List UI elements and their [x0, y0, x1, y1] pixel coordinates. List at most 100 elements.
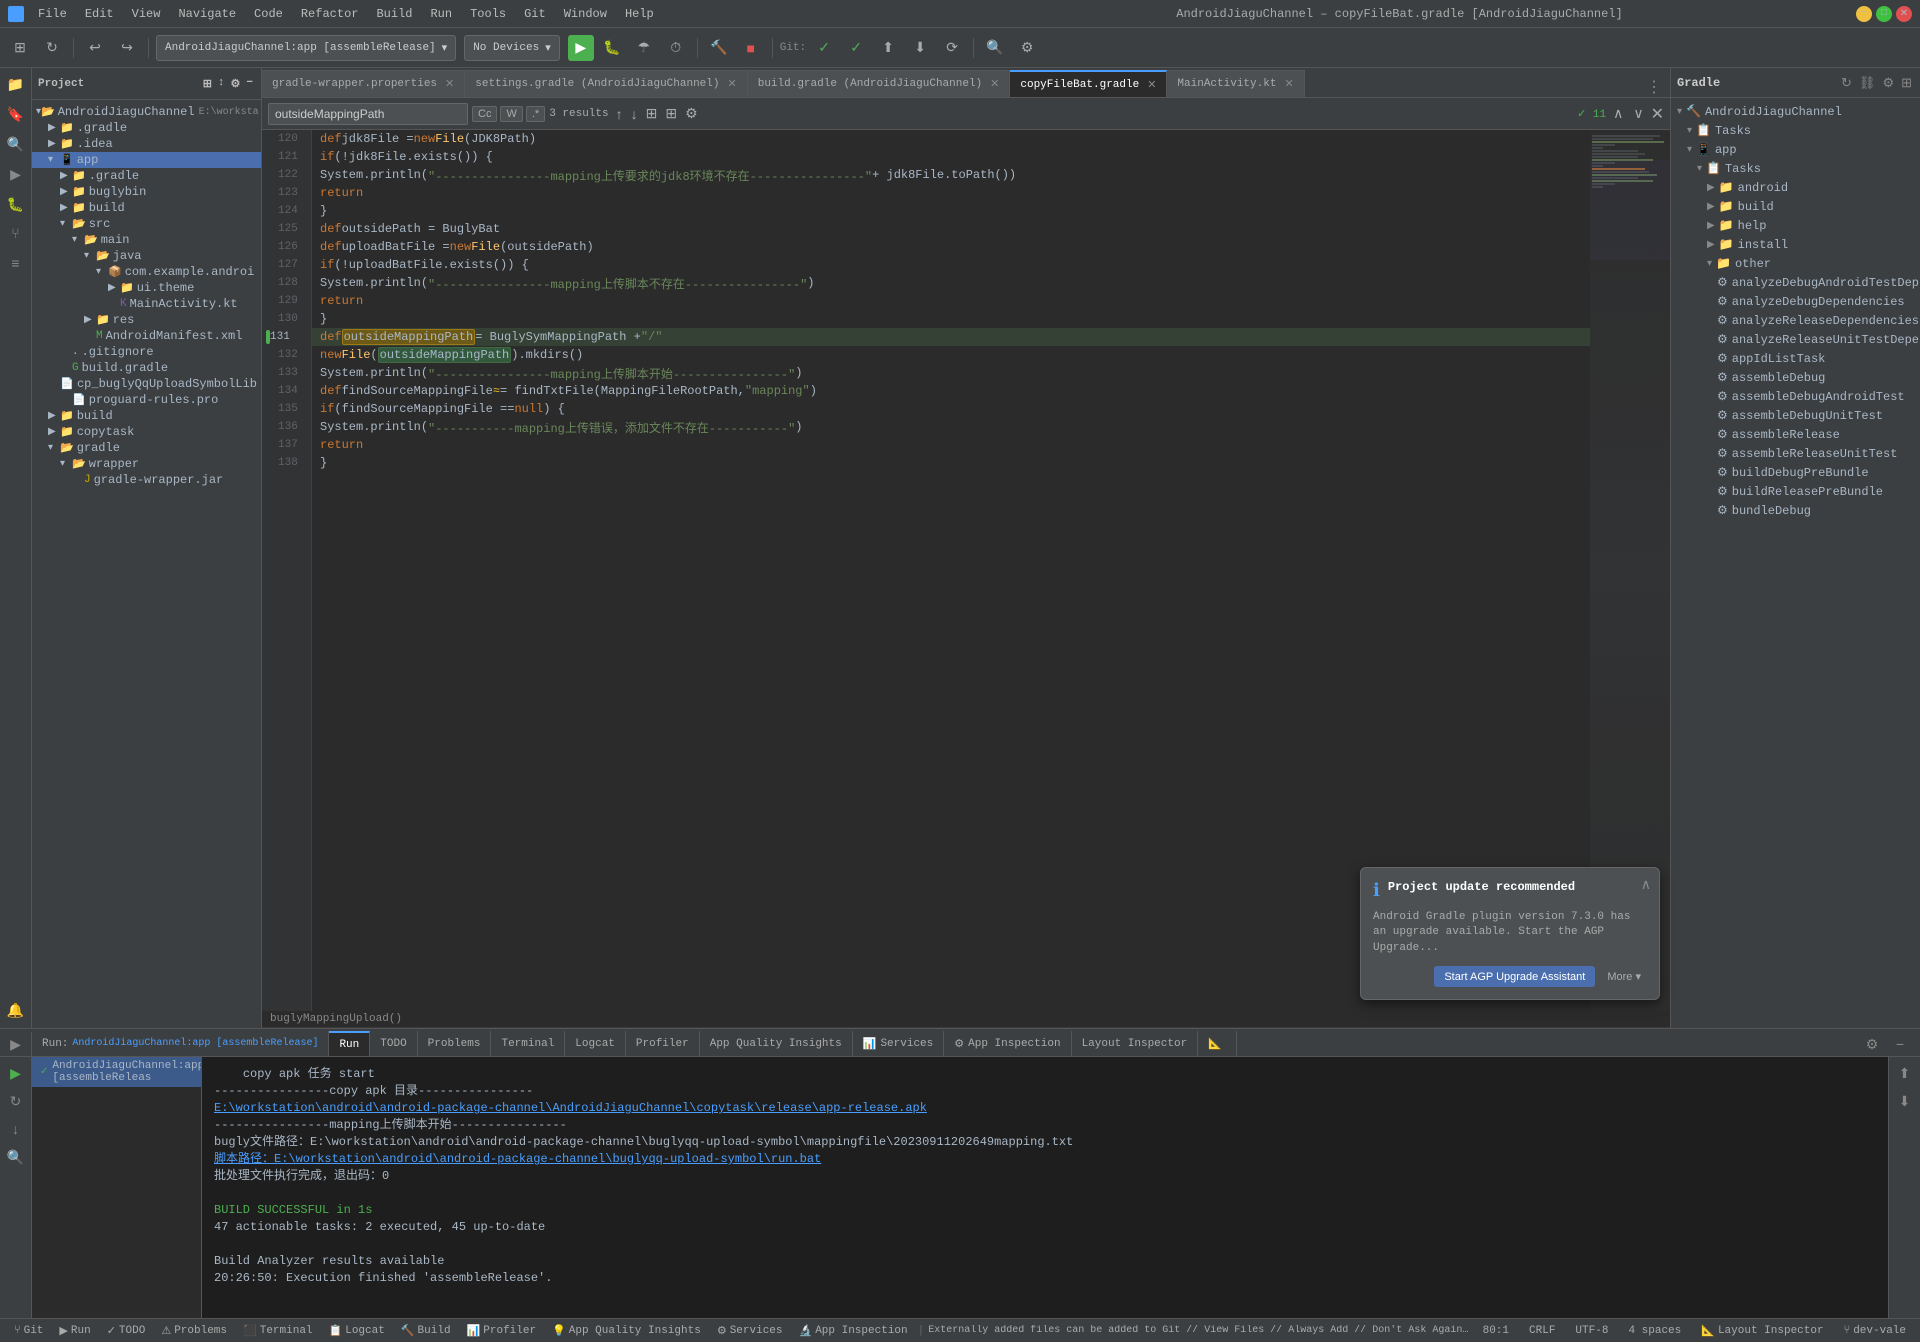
notifications-icon[interactable]: 🔔 — [3, 998, 29, 1024]
run-toolbar-btn-2[interactable]: ⬇ — [1893, 1089, 1917, 1113]
git-history-button[interactable]: ⟳ — [938, 34, 966, 62]
tree-item-wrapper-jar[interactable]: J gradle-wrapper.jar — [32, 472, 261, 488]
run-output-tab[interactable]: Run — [329, 1031, 370, 1056]
gradle-item-help[interactable]: ▶ 📁 help — [1671, 216, 1920, 235]
menu-navigate[interactable]: Navigate — [170, 5, 244, 23]
notification-more-button[interactable]: More ▾ — [1601, 966, 1647, 987]
app-inspection-tab[interactable]: Layout Inspector — [1072, 1031, 1199, 1056]
search-settings-button[interactable]: ⚙ — [682, 105, 701, 122]
profiler-tab[interactable]: App Quality Insights — [700, 1031, 853, 1056]
logcat-tab[interactable]: Logcat — [565, 1031, 626, 1056]
status-layout-inspector[interactable]: 📐 Layout Inspector — [1695, 1324, 1829, 1338]
search-everywhere-button[interactable]: 🔍 — [981, 34, 1009, 62]
gradle-item-analyze-release-dep[interactable]: ⚙ analyzeReleaseDependencies — [1671, 311, 1920, 330]
close-button[interactable]: ✕ — [1896, 6, 1912, 22]
tree-item-build2[interactable]: ▶ 📁 build — [32, 408, 261, 424]
app-quality-tab[interactable]: 📊 Services — [853, 1031, 945, 1056]
status-encoding[interactable]: UTF-8 — [1569, 1325, 1614, 1337]
tree-item-uitheme[interactable]: ▶ 📁 ui.theme — [32, 280, 261, 296]
find-icon[interactable]: 🔍 — [3, 132, 29, 158]
gradle-item-app-tasks[interactable]: ▾ 📋 Tasks — [1671, 159, 1920, 178]
structure-icon[interactable]: ≡ — [3, 252, 29, 278]
search-filter-button[interactable]: ⊞ — [643, 105, 661, 122]
profile-button[interactable]: ⏱ — [662, 34, 690, 62]
search-up-nav[interactable]: ∧ — [1610, 105, 1626, 122]
tree-item-package[interactable]: ▾ 📦 com.example.androi — [32, 264, 261, 280]
tab-settings-close[interactable]: ✕ — [728, 77, 737, 91]
tree-item-res[interactable]: ▶ 📁 res — [32, 312, 261, 328]
project-toolbar-btn-2[interactable]: ↕ — [216, 75, 227, 93]
gradle-item-assemble-debug-unit[interactable]: ⚙ assembleDebugUnitTest — [1671, 406, 1920, 425]
agp-upgrade-button[interactable]: Start AGP Upgrade Assistant — [1434, 966, 1595, 987]
maximize-button[interactable]: □ — [1876, 6, 1892, 22]
panel-minimize-button[interactable]: − — [1888, 1032, 1912, 1056]
status-profiler[interactable]: 📊 Profiler — [461, 1324, 543, 1338]
git-update-button[interactable]: ⬇ — [906, 34, 934, 62]
gradle-item-root[interactable]: ▾ 🔨 AndroidJiaguChannel — [1671, 102, 1920, 121]
menu-window[interactable]: Window — [556, 5, 615, 23]
gradle-link-button[interactable]: ⛓ — [1857, 73, 1878, 93]
tree-item-root[interactable]: ▾ 📂 AndroidJiaguChannel E:\worksta — [32, 104, 261, 120]
gradle-item-bundle-debug[interactable]: ⚙ bundleDebug — [1671, 501, 1920, 520]
minimize-button[interactable]: − — [1856, 6, 1872, 22]
gradle-item-build-debug-bundle[interactable]: ⚙ buildDebugPreBundle — [1671, 463, 1920, 482]
tree-item-copytask[interactable]: ▶ 📁 copytask — [32, 424, 261, 440]
menu-refactor[interactable]: Refactor — [293, 5, 367, 23]
status-terminal[interactable]: ⬛ Terminal — [237, 1324, 319, 1338]
menu-build[interactable]: Build — [368, 5, 420, 23]
tree-item-cpbugly[interactable]: 📄 cp_buglyQqUploadSymbolLib — [32, 376, 261, 392]
status-git[interactable]: ⑂ Git — [8, 1325, 49, 1337]
gradle-item-assemble-debug[interactable]: ⚙ assembleDebug — [1671, 368, 1920, 387]
tab-more-button[interactable]: ⋮ — [1638, 77, 1670, 97]
git-icon[interactable]: ⑂ — [3, 222, 29, 248]
run-configuration-selector[interactable]: AndroidJiaguChannel:app [assembleRelease… — [156, 35, 456, 61]
gradle-item-other[interactable]: ▾ 📁 other — [1671, 254, 1920, 273]
run-toolbar-btn-1[interactable]: ⬆ — [1893, 1061, 1917, 1085]
tree-item-app[interactable]: ▾ 📱 app — [32, 152, 261, 168]
gradle-item-android[interactable]: ▶ 📁 android — [1671, 178, 1920, 197]
terminal-tab[interactable]: Terminal — [491, 1031, 565, 1056]
tab-mainactivity-close[interactable]: ✕ — [1284, 77, 1293, 91]
tree-item-java[interactable]: ▾ 📂 java — [32, 248, 261, 264]
menu-view[interactable]: View — [124, 5, 169, 23]
search-prev-button[interactable]: ↑ — [613, 105, 626, 122]
redo-button[interactable]: ↪ — [113, 34, 141, 62]
gradle-expand-button[interactable]: ⊞ — [1899, 73, 1914, 93]
tab-build-gradle[interactable]: build.gradle (AndroidJiaguChannel) ✕ — [748, 70, 1011, 97]
tab-build-close[interactable]: ✕ — [990, 77, 999, 91]
project-toolbar-btn-4[interactable]: − — [244, 75, 255, 93]
tree-item-proguard[interactable]: 📄 proguard-rules.pro — [32, 392, 261, 408]
tab-copyfilebat-close[interactable]: ✕ — [1147, 78, 1156, 92]
whole-word-button[interactable]: W — [500, 106, 522, 122]
coverage-button[interactable]: ☂ — [630, 34, 658, 62]
tree-item-wrapper[interactable]: ▾ 📂 wrapper — [32, 456, 261, 472]
search-input[interactable] — [268, 103, 468, 125]
undo-button[interactable]: ↩ — [81, 34, 109, 62]
run-icon[interactable]: ▶ — [3, 162, 29, 188]
gradle-item-appidlist[interactable]: ⚙ appIdListTask — [1671, 349, 1920, 368]
case-sensitive-button[interactable]: Cc — [472, 106, 497, 122]
build-tab[interactable]: Profiler — [626, 1031, 700, 1056]
menu-git[interactable]: Git — [516, 5, 554, 23]
build-button[interactable]: 🔨 — [705, 34, 733, 62]
status-build[interactable]: 🔨 Build — [395, 1324, 457, 1338]
status-todo[interactable]: ✓ TODO — [101, 1324, 152, 1338]
tree-item-build-gradle[interactable]: G build.gradle — [32, 360, 261, 376]
gradle-item-assemble-debug-android[interactable]: ⚙ assembleDebugAndroidTest — [1671, 387, 1920, 406]
status-app-quality[interactable]: 💡 App Quality Insights — [546, 1324, 707, 1338]
stop-button[interactable]: ■ — [737, 34, 765, 62]
gradle-item-analyze-release-unit[interactable]: ⚙ analyzeReleaseUnitTestDepend — [1671, 330, 1920, 349]
layout-inspector-tab[interactable]: 📐 — [1198, 1031, 1237, 1056]
tree-item-mainactivity[interactable]: K MainActivity.kt — [32, 296, 261, 312]
run-tab[interactable]: Run: AndroidJiaguChannel:app [assembleRe… — [32, 1031, 329, 1056]
search-close-button[interactable]: ✕ — [1651, 104, 1664, 124]
tree-item-gradle[interactable]: ▾ 📂 gradle — [32, 440, 261, 456]
todo-tab[interactable]: TODO — [370, 1031, 417, 1056]
settings-button[interactable]: ⚙ — [1013, 34, 1041, 62]
gradle-item-assemble-release-unit[interactable]: ⚙ assembleReleaseUnitTest — [1671, 444, 1920, 463]
services-tab[interactable]: ⚙ App Inspection — [944, 1031, 1071, 1056]
tab-settings-gradle[interactable]: settings.gradle (AndroidJiaguChannel) ✕ — [465, 70, 747, 97]
debug-icon[interactable]: 🐛 — [3, 192, 29, 218]
project-icon[interactable]: 📁 — [3, 72, 29, 98]
git-commit-button[interactable]: ✓ — [842, 34, 870, 62]
